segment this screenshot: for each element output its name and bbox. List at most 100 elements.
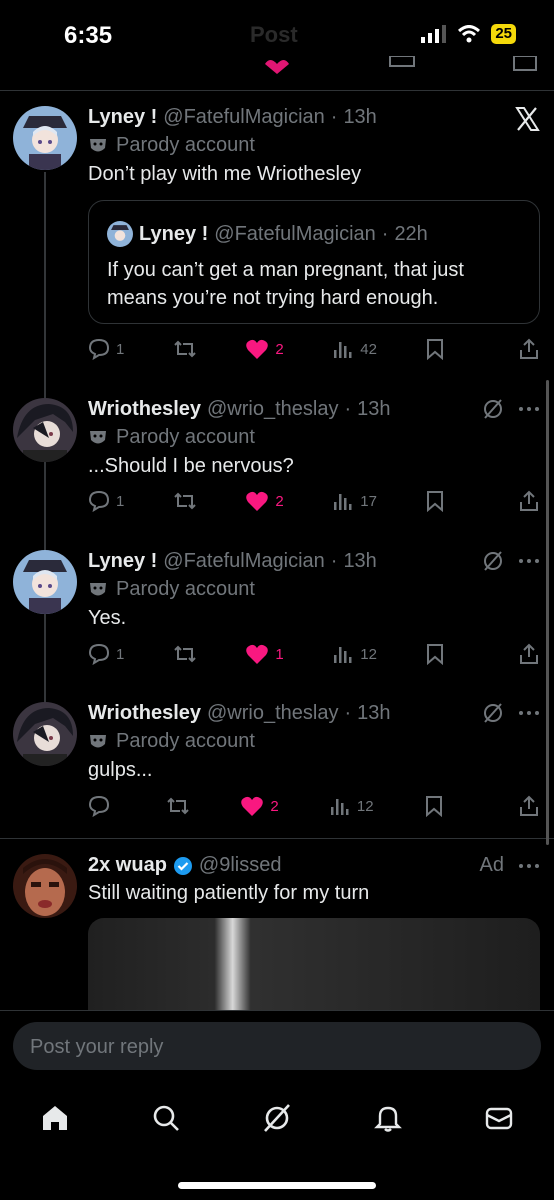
ad-avatar[interactable] <box>13 854 77 918</box>
scrollbar[interactable] <box>546 380 549 845</box>
author-name[interactable]: Lyney ! <box>88 106 157 129</box>
author-handle[interactable]: @FatefulMagician <box>163 106 324 129</box>
repost-button[interactable] <box>173 338 197 360</box>
ad-author-name[interactable]: 2x wuap <box>88 854 167 877</box>
grok-icon[interactable] <box>482 702 504 724</box>
author-handle[interactable]: @wrio_theslay <box>207 398 338 421</box>
quote-timestamp: 22h <box>394 222 428 245</box>
quote-author-handle: @FatefulMagician <box>214 222 376 245</box>
share-button[interactable] <box>518 643 540 665</box>
search-icon[interactable] <box>151 1103 181 1133</box>
heart-icon <box>241 796 264 816</box>
bookmark-button[interactable] <box>425 490 469 512</box>
bookmark-button[interactable] <box>425 338 469 360</box>
author-name[interactable]: Lyney ! <box>88 550 157 573</box>
timestamp[interactable]: 13h <box>343 550 376 573</box>
ad-label: Ad <box>479 854 504 876</box>
avatar[interactable] <box>13 106 77 170</box>
views-button[interactable]: 12 <box>329 795 374 817</box>
repost-button[interactable] <box>173 490 197 512</box>
views-icon <box>334 494 352 510</box>
tweet-topright <box>514 106 540 132</box>
ad-topright: Ad <box>480 854 540 877</box>
bookmark-icon <box>425 796 442 817</box>
author-name[interactable]: Wriothesley <box>88 702 201 725</box>
reply-icon <box>88 490 110 512</box>
tweet-actions: 1 2 17 <box>88 490 540 512</box>
x-logo-icon[interactable] <box>514 106 540 132</box>
more-icon[interactable] <box>518 405 540 413</box>
battery-level: 25 <box>491 24 516 44</box>
divider <box>0 90 554 91</box>
more-icon[interactable] <box>518 557 540 565</box>
share-button[interactable] <box>518 795 540 817</box>
views-button[interactable]: 12 <box>332 643 377 665</box>
tweet-text: gulps... <box>88 759 153 781</box>
bookmark-button[interactable] <box>425 643 469 665</box>
avatar[interactable] <box>13 702 77 766</box>
views-count: 42 <box>360 340 377 358</box>
share-button[interactable] <box>518 338 540 360</box>
tweet-meta: Lyney ! @FatefulMagician · 13h <box>88 106 377 129</box>
parody-label: Parody account <box>88 426 255 449</box>
header-title: Post <box>250 22 298 47</box>
tweet-actions: 1 1 12 <box>88 643 540 665</box>
home-indicator[interactable] <box>178 1182 376 1189</box>
tweet-meta: Wriothesley @wrio_theslay · 13h <box>88 702 391 725</box>
messages-icon[interactable] <box>484 1103 514 1133</box>
repost-icon <box>174 492 196 510</box>
quote-avatar <box>107 221 133 247</box>
reply-button[interactable]: 1 <box>88 490 124 512</box>
like-count: 1 <box>275 645 284 663</box>
bookmark-icon <box>427 644 444 665</box>
wifi-icon <box>458 25 481 43</box>
bookmark-icon <box>427 339 444 360</box>
like-button[interactable]: 2 <box>245 338 284 360</box>
timestamp[interactable]: 13h <box>357 702 390 725</box>
home-icon[interactable] <box>40 1103 70 1133</box>
ad-author-handle[interactable]: @9lissed <box>199 854 282 877</box>
tweet-text: ...Should I be nervous? <box>88 455 294 477</box>
avatar[interactable] <box>13 550 77 614</box>
author-name[interactable]: Wriothesley <box>88 398 201 421</box>
timestamp[interactable]: 13h <box>343 106 376 129</box>
repost-button[interactable] <box>166 795 190 817</box>
timestamp[interactable]: 13h <box>357 398 390 421</box>
reply-button[interactable] <box>88 795 116 817</box>
like-button[interactable]: 2 <box>240 795 279 817</box>
mask-icon <box>90 734 106 747</box>
more-icon[interactable] <box>518 709 540 717</box>
parody-text: Parody account <box>116 134 255 156</box>
grok-icon[interactable] <box>482 398 504 420</box>
reply-button[interactable]: 1 <box>88 338 124 360</box>
repost-icon <box>174 645 196 663</box>
avatar[interactable] <box>13 398 77 462</box>
bookmark-icon <box>427 491 444 512</box>
author-handle[interactable]: @wrio_theslay <box>207 702 338 725</box>
repost-icon <box>174 340 196 358</box>
repost-icon <box>167 797 189 815</box>
ad-media[interactable] <box>88 918 540 1018</box>
reply-icon <box>88 338 110 360</box>
views-button[interactable]: 17 <box>332 490 377 512</box>
author-handle[interactable]: @FatefulMagician <box>163 550 324 573</box>
like-button[interactable]: 2 <box>245 490 284 512</box>
reply-button[interactable]: 1 <box>88 643 124 665</box>
views-icon <box>334 647 352 663</box>
divider <box>0 1010 554 1011</box>
tweet-topright <box>482 398 540 420</box>
quote-author-name: Lyney ! <box>139 222 209 245</box>
notifications-icon[interactable] <box>373 1103 403 1133</box>
bookmark-button[interactable] <box>424 795 468 817</box>
like-button[interactable]: 1 <box>245 643 284 665</box>
heart-icon <box>246 644 269 664</box>
more-icon[interactable] <box>518 862 540 870</box>
ad-meta: 2x wuap @9lissed <box>88 854 281 877</box>
views-button[interactable]: 42 <box>332 338 377 360</box>
grok-icon[interactable] <box>482 550 504 572</box>
status-time: 6:35 <box>64 22 113 49</box>
share-button[interactable] <box>518 490 540 512</box>
quoted-tweet[interactable]: Lyney ! @FatefulMagician · 22h If you ca… <box>88 200 540 324</box>
grok-icon[interactable] <box>261 1102 293 1134</box>
repost-button[interactable] <box>173 643 197 665</box>
